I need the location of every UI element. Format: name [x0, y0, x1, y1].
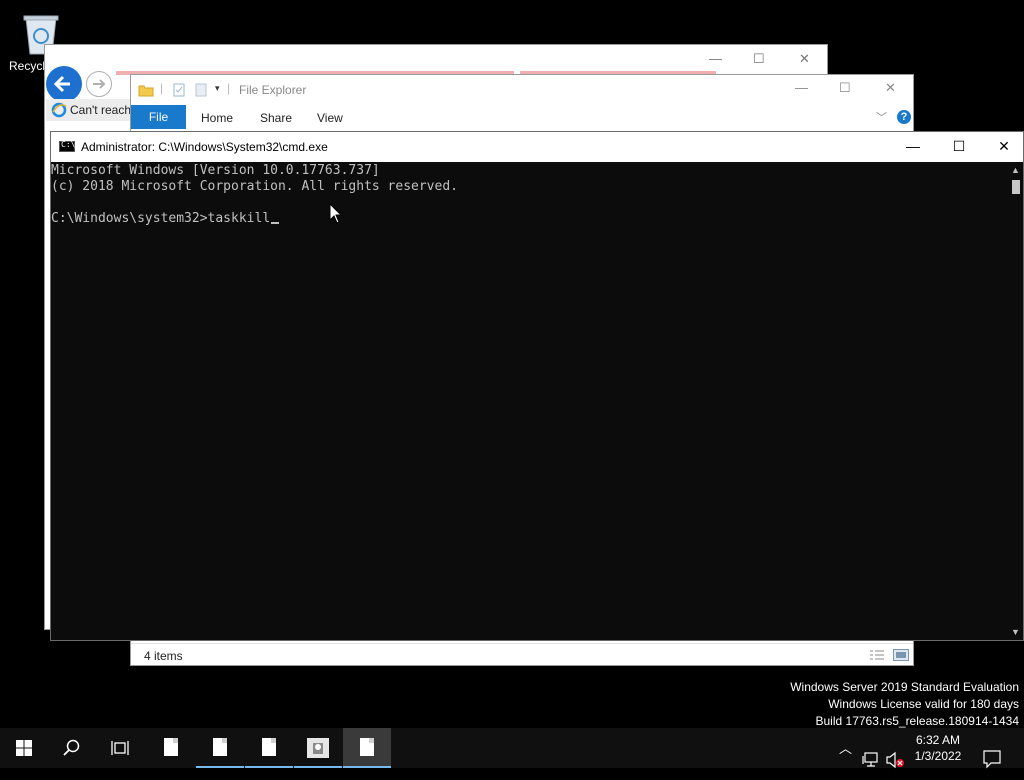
scroll-down-arrow-icon[interactable]: ▼ — [1011, 627, 1020, 637]
watermark-edition: Windows Server 2019 Standard Evaluation — [790, 680, 1019, 694]
cmd-window[interactable]: C:\ Administrator: C:\Windows\System32\c… — [50, 131, 1024, 641]
cmd-scrollbar[interactable]: ▲ ▼ — [1009, 162, 1023, 640]
fe-maximize-button[interactable]: ☐ — [839, 80, 851, 96]
new-folder-icon[interactable] — [195, 83, 207, 97]
taskbar-app-2[interactable] — [196, 728, 244, 768]
fe-minimize-button[interactable]: — — [795, 80, 808, 95]
quick-access-dropdown-icon[interactable]: ▾ — [215, 83, 220, 94]
document-icon — [164, 738, 178, 756]
cmd-console[interactable]: Microsoft Windows [Version 10.0.17763.73… — [51, 162, 1009, 640]
console-line-2: (c) 2018 Microsoft Corporation. All righ… — [51, 179, 458, 194]
forward-arrow-icon — [93, 79, 106, 89]
show-hidden-icons-chevron-icon[interactable]: ︿ — [839, 738, 852, 778]
clock-date: 1/3/2022 — [914, 749, 962, 763]
file-explorer-status-bar: 4 items — [131, 643, 913, 668]
ribbon-tab-share[interactable]: Share — [260, 111, 292, 125]
folder-icon — [138, 85, 154, 97]
cmd-close-button[interactable]: ✕ — [981, 132, 1024, 162]
ie-back-button[interactable] — [46, 66, 82, 102]
document-icon — [213, 738, 227, 756]
mouse-pointer-icon — [329, 203, 343, 224]
fe-close-button[interactable]: ✕ — [885, 80, 896, 96]
properties-icon[interactable] — [173, 83, 185, 97]
windows-watermark: Windows Server 2019 Standard Evaluation … — [790, 679, 1019, 730]
task-view-button[interactable] — [96, 728, 144, 768]
taskbar: ︿ 6:32 AM 1/3/2022 — [0, 728, 1024, 769]
taskbar-app-1[interactable] — [147, 728, 195, 768]
cmd-maximize-button[interactable]: ☐ — [936, 132, 982, 162]
document-icon — [262, 738, 276, 756]
ie-forward-button[interactable] — [86, 71, 112, 97]
console-prompt-text: C:\Windows\system32>taskkill — [51, 211, 271, 226]
help-icon[interactable]: ? — [897, 110, 911, 124]
ribbon-tab-home[interactable]: Home — [201, 111, 233, 125]
scroll-up-arrow-icon[interactable]: ▲ — [1011, 165, 1020, 175]
back-arrow-icon — [53, 75, 70, 93]
clock-time: 6:32 AM — [915, 733, 961, 747]
ie-close-button[interactable]: ✕ — [799, 51, 810, 67]
title-divider: | — [227, 81, 231, 95]
taskbar-app-3[interactable] — [245, 728, 293, 768]
toolbar-divider: | — [160, 81, 164, 95]
document-icon — [360, 738, 374, 756]
ie-minimize-button[interactable]: — — [709, 51, 722, 66]
start-button[interactable] — [0, 728, 48, 768]
ie-logo-icon — [51, 102, 67, 118]
taskbar-app-5-active[interactable] — [343, 728, 391, 768]
ie-maximize-button[interactable]: ☐ — [753, 51, 765, 67]
ie-tab-title: Can't reach — [70, 103, 131, 117]
ribbon-tab-file[interactable]: File — [131, 105, 186, 129]
item-count: 4 items — [144, 649, 183, 663]
ie-tab[interactable]: Can't reach — [46, 99, 131, 121]
search-icon — [63, 739, 80, 756]
text-cursor — [271, 222, 280, 224]
large-icons-view-icon[interactable] — [893, 649, 909, 661]
action-center-icon[interactable] — [983, 739, 1001, 779]
cmd-title-bar[interactable]: C:\ Administrator: C:\Windows\System32\c… — [51, 132, 1023, 162]
cmd-app-icon: C:\ — [59, 140, 75, 152]
network-icon[interactable] — [862, 740, 880, 780]
console-line-1: Microsoft Windows [Version 10.0.17763.73… — [51, 163, 380, 178]
details-view-icon[interactable] — [869, 649, 885, 661]
scroll-thumb[interactable] — [1012, 180, 1020, 194]
app-image-icon — [307, 738, 329, 758]
windows-logo-icon — [16, 740, 32, 756]
watermark-license: Windows License valid for 180 days — [828, 697, 1019, 711]
ribbon-tab-view[interactable]: View — [317, 111, 343, 125]
ribbon-expand-chevron-icon[interactable]: ﹀ — [876, 109, 887, 125]
cmd-window-title: Administrator: C:\Windows\System32\cmd.e… — [81, 140, 328, 154]
file-explorer-title: File Explorer — [239, 83, 307, 97]
search-button[interactable] — [48, 728, 96, 768]
recycle-bin-label: Recycl — [9, 59, 46, 73]
system-clock[interactable]: 6:32 AM 1/3/2022 — [903, 732, 973, 764]
console-prompt-line[interactable]: C:\Windows\system32>taskkill — [51, 211, 280, 226]
taskbar-app-4[interactable] — [294, 728, 342, 768]
task-view-icon — [111, 741, 129, 755]
cmd-minimize-button[interactable]: — — [890, 132, 936, 162]
